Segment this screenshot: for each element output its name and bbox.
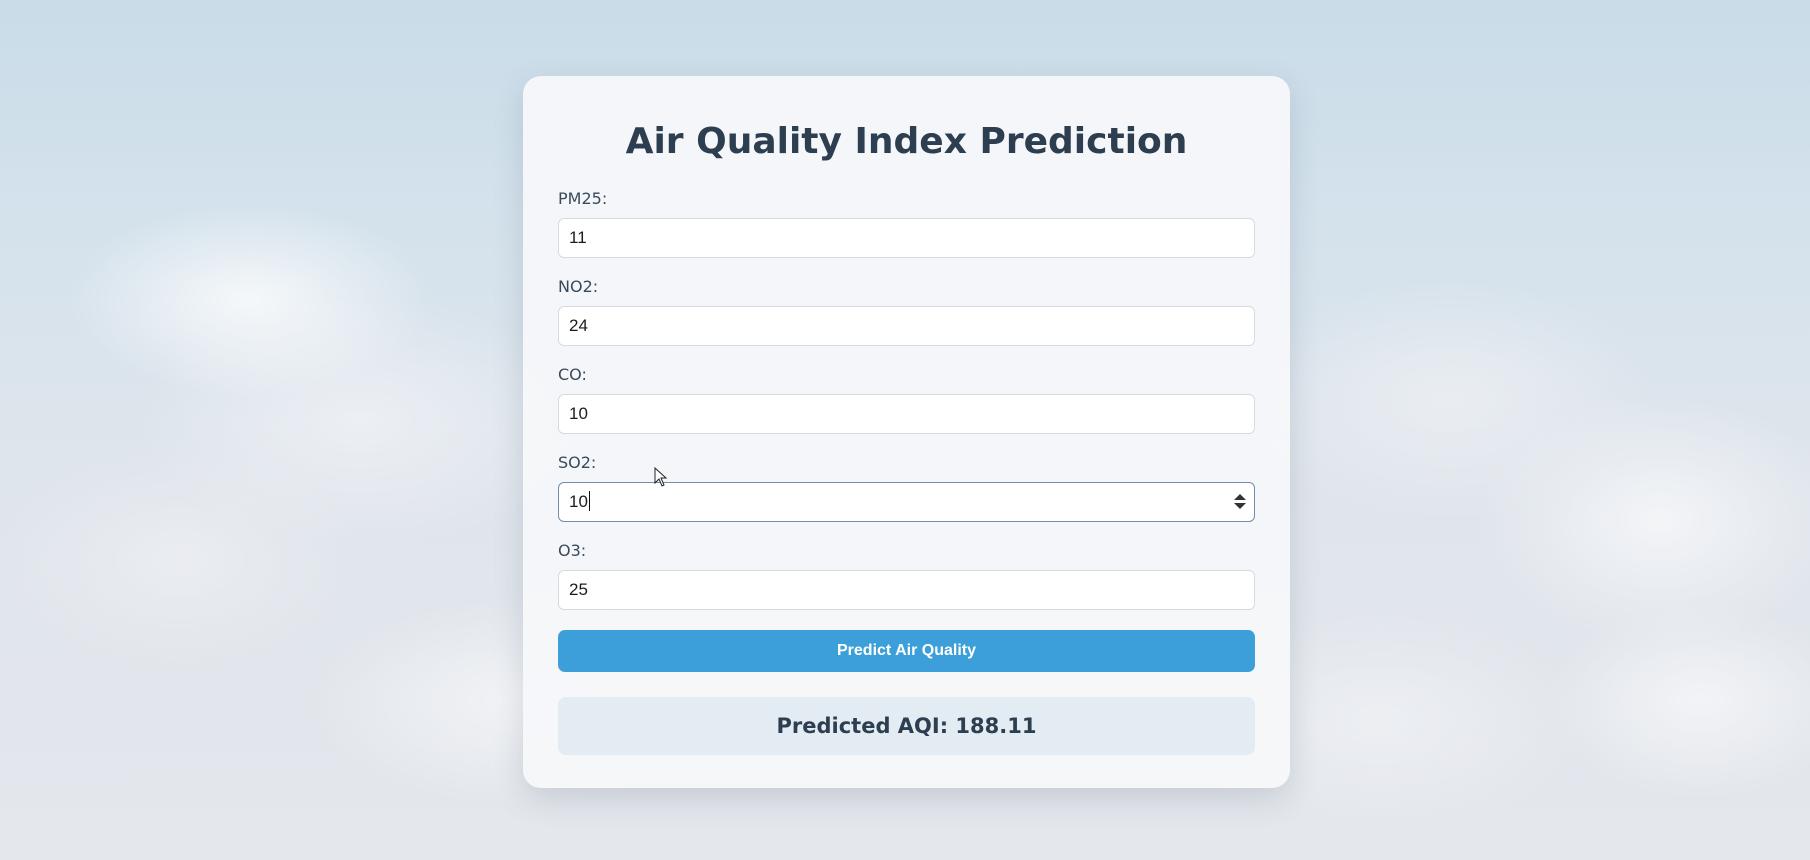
no2-label: NO2: [558, 277, 599, 296]
predict-button[interactable]: Predict Air Quality [558, 630, 1255, 672]
pm25-label: PM25: [558, 189, 608, 208]
number-spinner[interactable] [1234, 494, 1246, 510]
spin-up-icon[interactable] [1234, 494, 1246, 500]
co-field: CO: 10 [558, 364, 1255, 434]
co-label: CO: [558, 365, 587, 384]
pm25-value: 11 [569, 228, 587, 247]
no2-input[interactable]: 24 [558, 306, 1255, 346]
co-value: 10 [569, 404, 588, 423]
o3-label: O3: [558, 541, 587, 560]
so2-field: SO2: 10 [558, 452, 1255, 522]
result-box: Predicted AQI: 188.11 [558, 697, 1255, 755]
prediction-card: Air Quality Index Prediction PM25: 11 NO… [523, 76, 1290, 788]
co-input[interactable]: 10 [558, 394, 1255, 434]
mouse-pointer-icon [654, 467, 668, 487]
result-text: Predicted AQI: 188.11 [776, 714, 1037, 738]
text-caret [588, 491, 590, 511]
o3-input[interactable]: 25 [558, 570, 1255, 610]
spin-down-icon[interactable] [1234, 503, 1246, 509]
o3-field: O3: 25 [558, 540, 1255, 610]
pm25-field: PM25: 11 [558, 188, 1255, 258]
no2-value: 24 [569, 316, 588, 335]
o3-value: 25 [569, 580, 588, 599]
no2-field: NO2: 24 [558, 276, 1255, 346]
page-title: Air Quality Index Prediction [625, 121, 1188, 162]
so2-input[interactable]: 10 [558, 482, 1255, 522]
pm25-input[interactable]: 11 [558, 218, 1255, 258]
so2-value: 10 [569, 492, 588, 511]
